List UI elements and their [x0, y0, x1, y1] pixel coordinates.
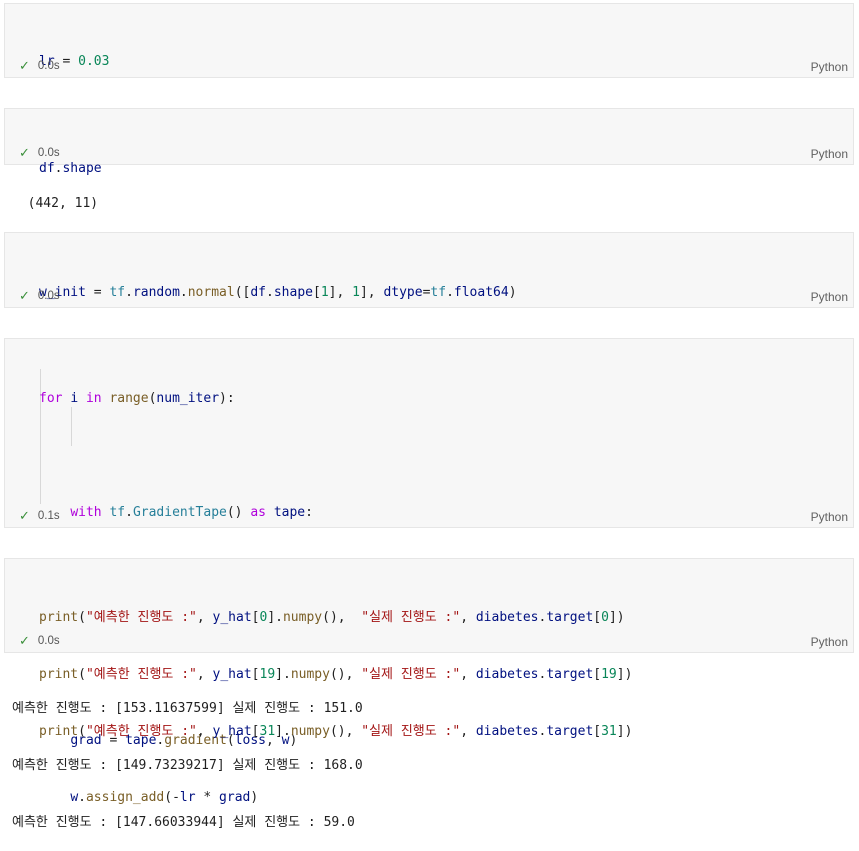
execution-time: 0.0s — [37, 60, 60, 72]
language-label[interactable]: Python — [811, 147, 848, 161]
check-icon: ✓ — [19, 58, 30, 73]
language-label[interactable]: Python — [811, 510, 848, 524]
code-line: print("예측한 진행도 :", y_hat[0].numpy(), "실제… — [39, 610, 625, 625]
code-line: w_init = tf.random.normal([df.shape[1], … — [39, 285, 517, 300]
check-icon: ✓ — [19, 633, 30, 648]
execution-time: 0.0s — [37, 290, 60, 302]
output-line: 예측한 진행도 : [149.73239217] 실제 진행도 : 168.0 — [12, 758, 363, 773]
check-icon: ✓ — [19, 508, 30, 523]
code-line: with tf.GradientTape() as tape: — [70, 505, 313, 520]
code-cell[interactable]: print("예측한 진행도 :", y_hat[0].numpy(), "실제… — [4, 558, 854, 739]
output-line: 예측한 진행도 : [153.11637599] 실제 진행도 : 151.0 — [12, 701, 363, 716]
execution-time: 0.0s — [37, 147, 60, 159]
execution-status: ✓ 0.0s — [19, 58, 60, 74]
language-label[interactable]: Python — [811, 635, 848, 649]
code-cell[interactable]: for i in range(num_iter): with tf.Gradie… — [4, 338, 854, 805]
execution-status: ✓ 0.0s — [19, 633, 60, 649]
check-icon: ✓ — [19, 145, 30, 160]
cell-output: 예측한 진행도 : [153.11637599] 실제 진행도 : 151.0 … — [12, 661, 363, 851]
execution-status: ✓ 0.1s — [19, 508, 60, 524]
check-icon: ✓ — [19, 288, 30, 303]
output-line: 예측한 진행도 : [147.66033944] 실제 진행도 : 59.0 — [12, 815, 355, 830]
execution-status: ✓ 0.0s — [19, 288, 60, 304]
language-label[interactable]: Python — [811, 290, 848, 304]
execution-time: 0.0s — [37, 635, 60, 647]
code-cell[interactable]: df.shape ✓ 0.0s Python — [4, 108, 854, 176]
code-cell[interactable]: lr = 0.03 num_iter = 100 ✓ 0.0s Python — [4, 3, 854, 126]
output-line: (442, 11) — [27, 196, 99, 211]
code-cell[interactable]: w_init = tf.random.normal([df.shape[1], … — [4, 232, 854, 357]
execution-time: 0.1s — [37, 510, 60, 522]
execution-status: ✓ 0.0s — [19, 145, 60, 161]
language-label[interactable]: Python — [811, 60, 848, 74]
code-line: for i in range(num_iter): — [39, 391, 235, 406]
cell-output: (442, 11) — [12, 175, 98, 213]
